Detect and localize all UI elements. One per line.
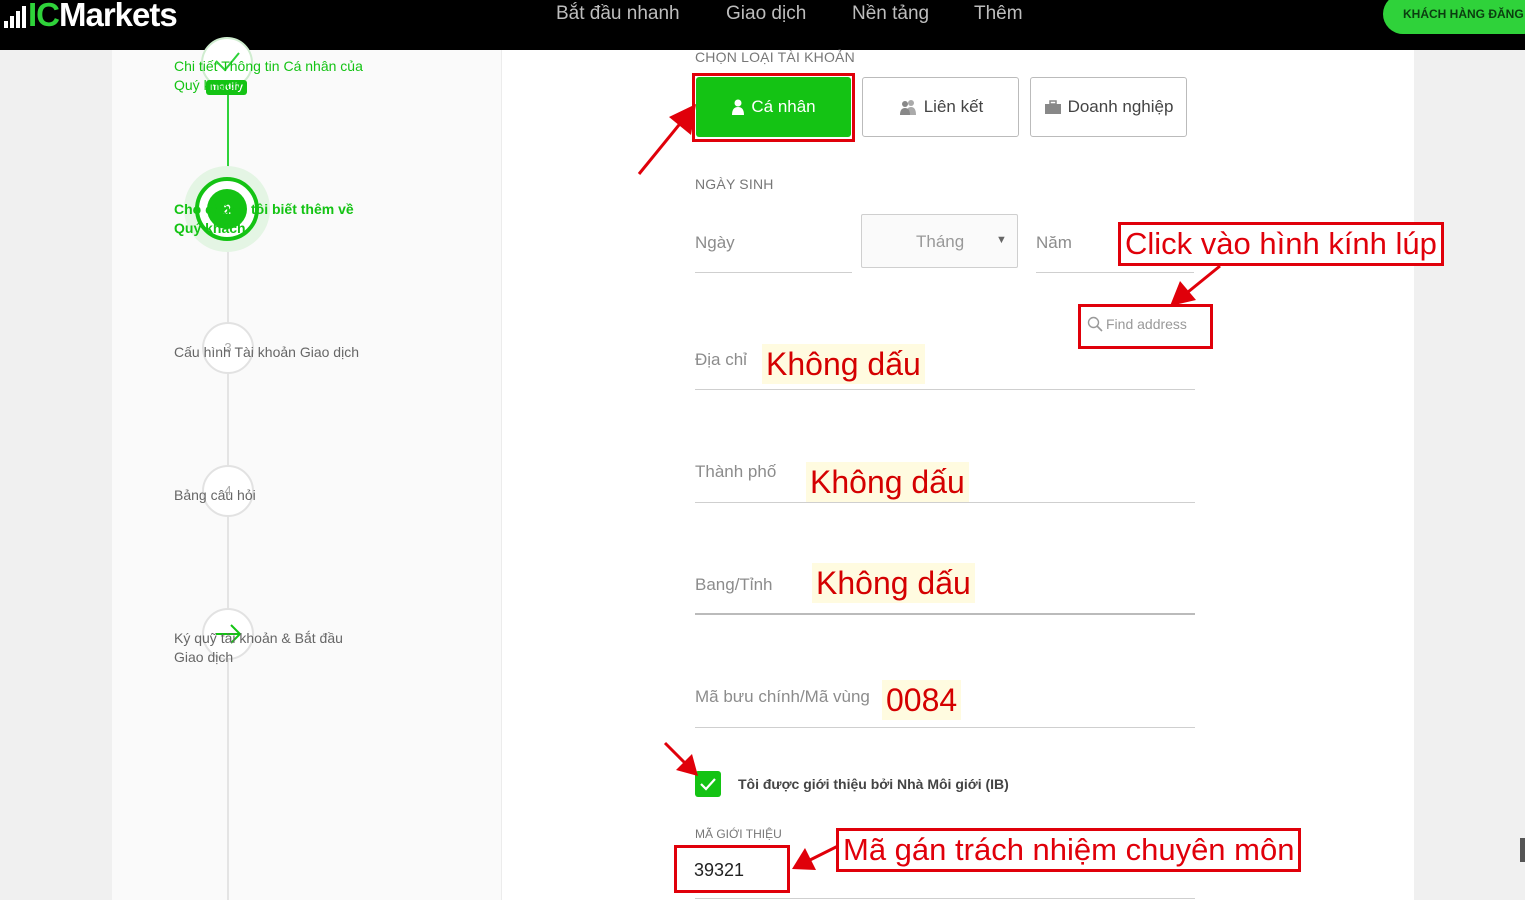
annotation-box-find-address	[1078, 304, 1213, 349]
state-underline	[695, 613, 1195, 615]
nav-platforms[interactable]: Nền tảng	[852, 2, 929, 26]
account-type-label: CHỌN LOẠI TÀI KHOẢN	[695, 49, 855, 65]
annotation-callout-referral: Mã gán trách nhiệm chuyên môn	[836, 828, 1302, 872]
state-label: Bang/Tỉnh	[695, 575, 773, 594]
scrollbar-thumb[interactable]	[1520, 838, 1525, 862]
postal-underline	[695, 727, 1195, 728]
briefcase-icon	[1044, 99, 1061, 114]
state-input[interactable]: Không dấu	[812, 563, 975, 603]
business-label: Doanh nghiệp	[1067, 97, 1174, 116]
nav-trading[interactable]: Giao dịch	[726, 2, 806, 26]
month-select[interactable]: Tháng ▼	[861, 214, 1018, 268]
postal-label: Mã bưu chính/Mã vùng	[695, 687, 870, 706]
city-input[interactable]: Không dấu	[806, 462, 969, 502]
city-label: Thành phố	[695, 462, 777, 481]
caret-down-icon: ▼	[996, 234, 1007, 246]
nav-quick-start[interactable]: Bắt đầu nhanh	[556, 2, 680, 26]
annotation-callout-magnifier: Click vào hình kính lúp	[1118, 222, 1444, 266]
people-icon	[899, 100, 916, 115]
ib-referral-label: Tôi được giới thiệu bởi Nhà Môi giới (IB…	[738, 776, 1009, 792]
joint-label: Liên kết	[923, 97, 984, 116]
address-input[interactable]: Không dấu	[762, 344, 925, 384]
logo-markets-text: Markets	[59, 0, 178, 33]
address-underline	[695, 389, 1195, 390]
ic-markets-logo[interactable]: IC Markets	[4, 0, 178, 34]
step-4-label: Bảng câu hỏi	[174, 487, 256, 503]
annotation-box-referral	[674, 845, 790, 893]
checkmark-icon	[700, 778, 716, 791]
ib-referral-checkbox[interactable]	[695, 771, 721, 797]
step-5-label: Ký quỹ tài khoản & Bắt đầu Giao dịch	[174, 630, 343, 665]
year-underline	[1036, 272, 1194, 273]
step-3-label: Cấu hình Tài khoản Giao dịch	[174, 344, 359, 360]
day-underline	[695, 272, 852, 273]
account-type-business-button[interactable]: Doanh nghiệp	[1030, 77, 1187, 137]
account-type-joint-button[interactable]: Liên kết	[862, 77, 1019, 137]
address-label: Địa chỉ	[695, 350, 747, 369]
step-2-label: Cho chúng tôi biết thêm về Quý khách	[174, 201, 354, 236]
client-login-button[interactable]: KHÁCH HÀNG ĐĂNG	[1383, 0, 1525, 34]
city-underline	[695, 502, 1195, 503]
year-input[interactable]: Năm	[1036, 233, 1072, 253]
dob-label: NGÀY SINH	[695, 176, 774, 192]
referral-code-label: MÃ GIỚI THIỆU	[695, 827, 782, 841]
day-input[interactable]: Ngày	[695, 233, 735, 253]
month-select-value: Tháng	[916, 232, 965, 251]
step-1-label: Chi tiết Thông tin Cá nhân của Quý khách	[174, 58, 363, 93]
annotation-box-individual	[692, 73, 855, 142]
postal-input[interactable]: 0084	[882, 680, 962, 720]
logo-ic-text: IC	[28, 0, 60, 33]
nav-more[interactable]: Thêm	[974, 2, 1023, 26]
steps-sidebar	[112, 50, 502, 900]
referral-underline	[695, 898, 1195, 899]
logo-bars-icon	[4, 6, 26, 28]
